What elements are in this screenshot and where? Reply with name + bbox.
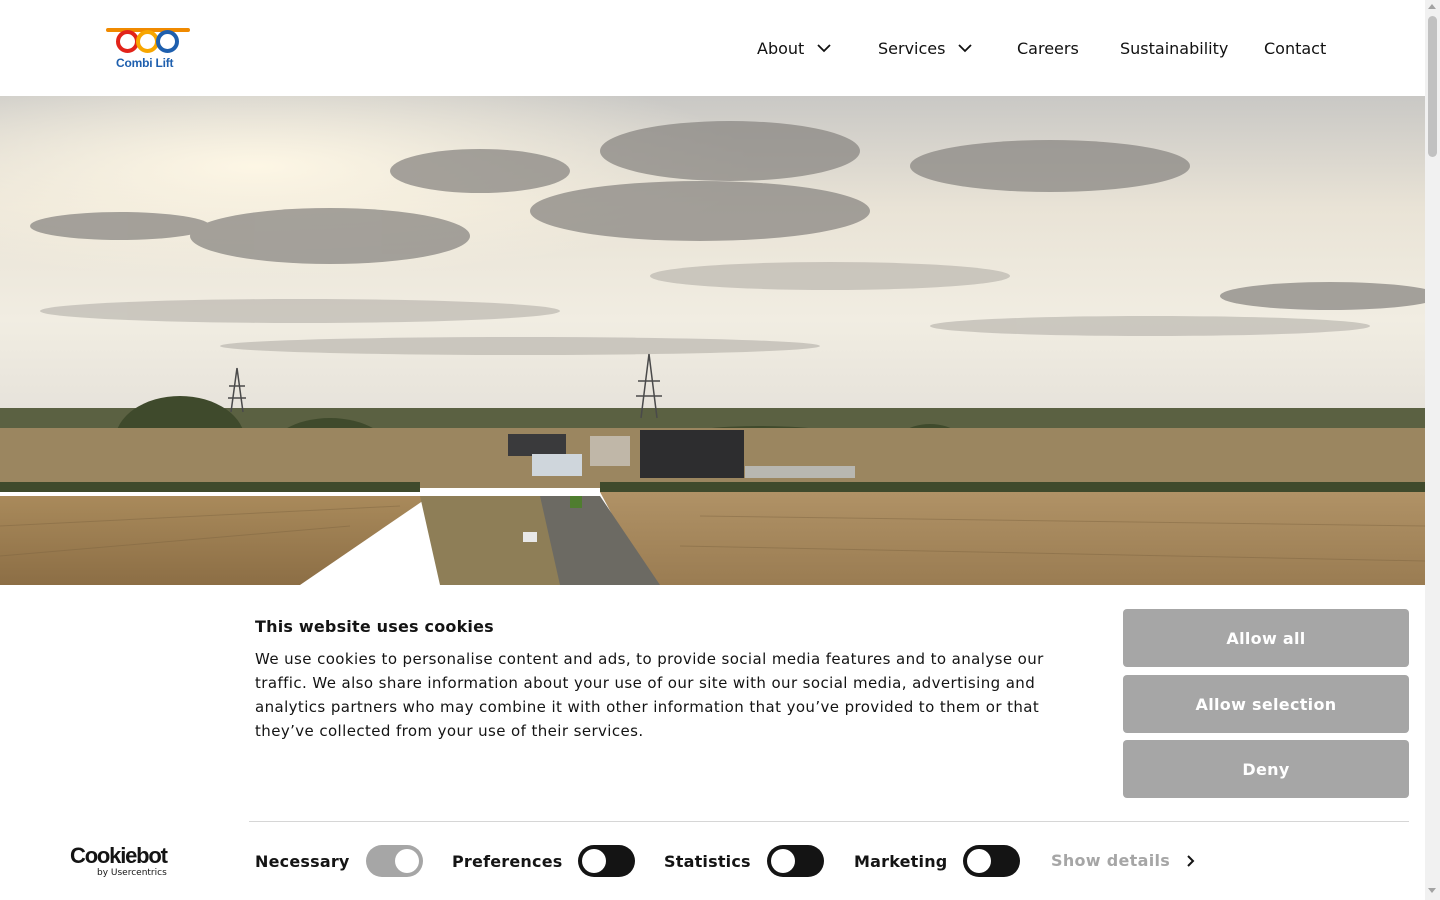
nav-item-label: Careers bbox=[1017, 38, 1079, 58]
preferences-switch[interactable] bbox=[578, 845, 636, 877]
combilift-logo[interactable]: Combi Lift bbox=[105, 26, 191, 72]
chevron-right-icon bbox=[1187, 854, 1195, 867]
deny-button[interactable]: Deny bbox=[1123, 740, 1409, 798]
cookie-banner-description: We use cookies to personalise content an… bbox=[255, 650, 1044, 740]
chevron-down-icon bbox=[817, 44, 831, 53]
scroll-thumb[interactable] bbox=[1428, 16, 1437, 157]
toggle-label: Marketing bbox=[854, 851, 948, 871]
cookie-consent-banner: This website uses cookies We use cookies… bbox=[0, 585, 1425, 900]
hero-image bbox=[0, 96, 1425, 585]
show-details-link[interactable]: Show details bbox=[1051, 851, 1196, 870]
switch-knob bbox=[770, 849, 795, 873]
show-details-label: Show details bbox=[1051, 851, 1171, 870]
toggle-marketing[interactable]: Marketing bbox=[854, 844, 1021, 878]
nav-item-about[interactable]: About bbox=[757, 36, 832, 60]
statistics-switch[interactable] bbox=[766, 845, 824, 877]
cookiebot-subtitle: by Usercentrics bbox=[97, 868, 167, 878]
toggle-preferences[interactable]: Preferences bbox=[452, 844, 636, 878]
nav-item-label: Sustainability bbox=[1120, 38, 1229, 58]
page-scrollbar[interactable] bbox=[1425, 0, 1440, 900]
toggle-label: Statistics bbox=[664, 851, 751, 871]
nav-item-careers[interactable]: Careers bbox=[1017, 36, 1079, 60]
toggle-necessary: Necessary bbox=[255, 844, 423, 878]
logo-ring-blue bbox=[156, 30, 179, 53]
cookie-banner-title: This website uses cookies bbox=[255, 617, 494, 636]
site-header: Combi Lift About Services Careers Sustai… bbox=[0, 0, 1425, 96]
nav-item-contact[interactable]: Contact bbox=[1264, 36, 1326, 60]
nav-item-label: Services bbox=[878, 38, 946, 58]
nav-item-label: About bbox=[757, 38, 805, 58]
necessary-switch bbox=[365, 845, 423, 877]
cookiebot-logo[interactable]: Cookiebot by Usercentrics bbox=[70, 845, 180, 879]
allow-all-button[interactable]: Allow all bbox=[1123, 609, 1409, 667]
scroll-down-arrow-icon[interactable] bbox=[1428, 888, 1436, 893]
switch-knob bbox=[967, 849, 992, 873]
chevron-down-icon bbox=[958, 44, 973, 53]
scroll-up-arrow-icon[interactable] bbox=[1428, 4, 1436, 9]
allow-selection-button[interactable]: Allow selection bbox=[1123, 675, 1409, 733]
switch-knob bbox=[582, 849, 607, 873]
cookiebot-wordmark: Cookiebot bbox=[70, 843, 168, 868]
marketing-switch[interactable] bbox=[963, 845, 1021, 877]
switch-knob bbox=[394, 849, 419, 873]
nav-item-label: Contact bbox=[1264, 38, 1327, 58]
toggle-label: Necessary bbox=[255, 851, 350, 871]
toggle-label: Preferences bbox=[452, 851, 563, 871]
nav-item-sustainability[interactable]: Sustainability bbox=[1120, 36, 1228, 60]
toggle-statistics[interactable]: Statistics bbox=[664, 844, 824, 878]
cookie-banner-divider bbox=[249, 821, 1409, 822]
logo-wordmark: Combi Lift bbox=[116, 56, 174, 70]
hero-landscape-illustration bbox=[0, 96, 1425, 585]
nav-item-services[interactable]: Services bbox=[878, 36, 973, 60]
